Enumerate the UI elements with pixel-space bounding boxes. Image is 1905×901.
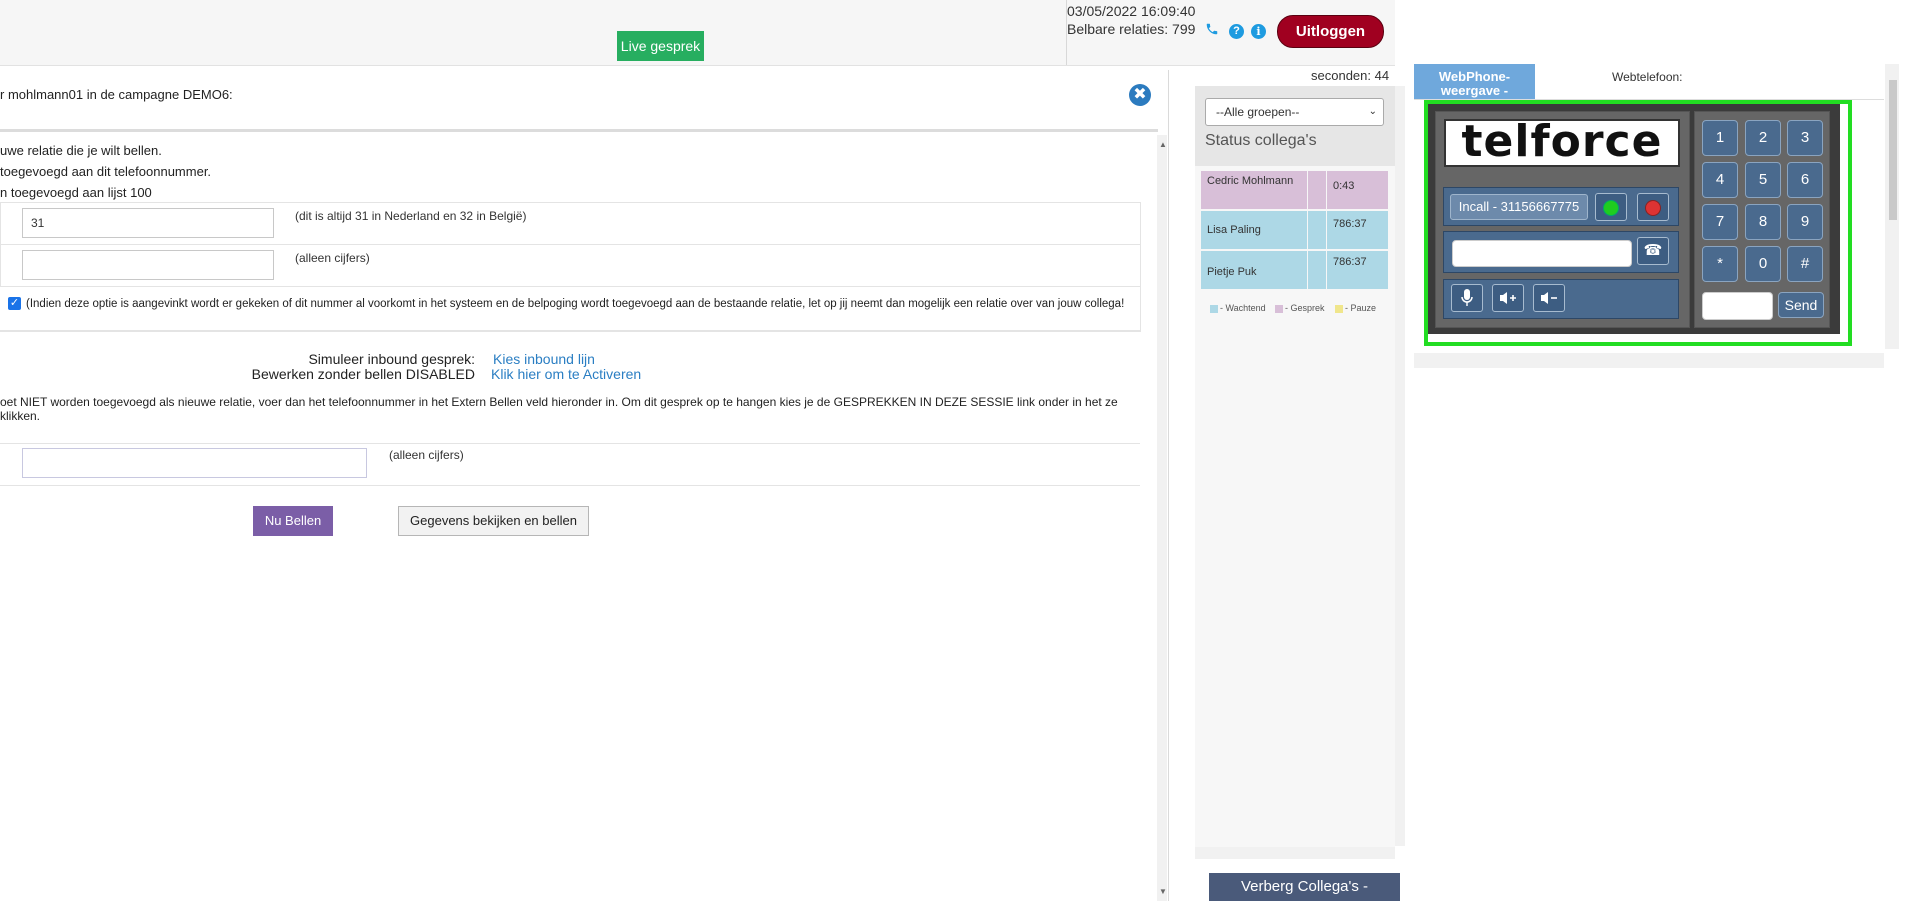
colleague-scrollbar[interactable] xyxy=(1395,86,1405,846)
colleague-time: 786:37 xyxy=(1327,251,1388,289)
scroll-down-icon[interactable]: ▼ xyxy=(1159,887,1167,896)
main-scrollbar[interactable]: ▲ ▼ xyxy=(1157,135,1167,901)
instruction-line-3: n toegevoegd aan lijst 100 xyxy=(0,185,152,200)
dtmf-input[interactable] xyxy=(1702,292,1773,320)
legend-swatch xyxy=(1210,304,1218,313)
extern-phone-hint: (alleen cijfers) xyxy=(389,448,464,462)
seconds-counter: seconden: 44 xyxy=(1311,68,1390,83)
telforce-logo-text: telforce xyxy=(1461,116,1663,167)
legend-swatch xyxy=(1335,304,1343,313)
colleague-name: Cedric Mohlmann xyxy=(1201,171,1307,209)
keypad-key-1[interactable]: 1 xyxy=(1702,120,1738,156)
keypad-key-5[interactable]: 5 xyxy=(1745,162,1781,198)
legend-wachtend: - Wachtend xyxy=(1210,303,1266,313)
green-dot-icon xyxy=(1603,200,1619,216)
colleague-status-cell xyxy=(1308,251,1326,289)
legend-swatch xyxy=(1275,304,1283,313)
chevron-down-icon: ⌄ xyxy=(1368,106,1377,117)
red-dot-icon xyxy=(1645,200,1661,216)
scroll-up-icon[interactable]: ▲ xyxy=(1159,140,1167,149)
gegevens-bekijken-button[interactable]: Gegevens bekijken en bellen xyxy=(398,506,589,536)
question-circle-icon[interactable]: ? xyxy=(1229,24,1244,39)
country-code-hint: (dit is altijd 31 in Nederland en 32 in … xyxy=(295,209,527,223)
keypad-key-7[interactable]: 7 xyxy=(1702,204,1738,240)
legend-pauze: - Pauze xyxy=(1335,303,1376,313)
dialog-header xyxy=(0,76,1158,132)
legend-gesprek: - Gesprek xyxy=(1275,303,1325,313)
send-button[interactable]: Send xyxy=(1778,292,1824,318)
divider xyxy=(0,244,1140,245)
group-select[interactable]: --Alle groepen-- ⌄ xyxy=(1205,98,1384,126)
status-collegas-title: Status collega's xyxy=(1205,132,1317,149)
instruction-line-1: uwe relatie die je wilt bellen. xyxy=(0,143,162,158)
hide-colleagues-button[interactable]: Verberg Collega's - xyxy=(1209,873,1400,901)
keypad-key-6[interactable]: 6 xyxy=(1787,162,1823,198)
nu-bellen-button[interactable]: Nu Bellen xyxy=(253,506,333,536)
keypad-key-4[interactable]: 4 xyxy=(1702,162,1738,198)
phone-number-hint: (alleen cijfers) xyxy=(295,251,370,265)
keypad-key-0[interactable]: 0 xyxy=(1745,246,1781,282)
dial-phone-icon[interactable]: ☎ xyxy=(1637,237,1669,265)
dialog-title: r mohlmann01 in de campagne DEMO6: xyxy=(0,87,233,102)
colleague-hscrollbar[interactable] xyxy=(1195,847,1395,859)
keypad-key-hash[interactable]: # xyxy=(1787,246,1823,282)
close-icon[interactable]: ✖ xyxy=(1129,84,1151,106)
keypad-key-star[interactable]: * xyxy=(1702,246,1738,282)
phone-number-input[interactable] xyxy=(22,250,274,280)
colleague-time: 0:43 xyxy=(1327,171,1388,209)
webphone-scroll-thumb[interactable] xyxy=(1889,80,1897,220)
divider xyxy=(0,286,1140,287)
phone-icon[interactable] xyxy=(1205,22,1219,41)
hangup-button[interactable] xyxy=(1637,193,1669,221)
tab-webphone-weergave[interactable]: WebPhone-weergave - xyxy=(1414,64,1535,99)
simulate-inbound-label: Simuleer inbound gesprek: xyxy=(308,351,475,367)
keypad-key-8[interactable]: 8 xyxy=(1745,204,1781,240)
belbare-relaties: Belbare relaties: 799 xyxy=(1067,21,1196,37)
kies-inbound-link[interactable]: Kies inbound lijn xyxy=(493,351,595,367)
legend-label: - Wachtend xyxy=(1220,303,1266,313)
webphone-hscrollbar[interactable] xyxy=(1414,353,1884,368)
activate-link[interactable]: Klik hier om te Activeren xyxy=(491,366,641,382)
keypad-key-9[interactable]: 9 xyxy=(1787,204,1823,240)
extern-note: oet NIET worden toegevoegd als nieuwe re… xyxy=(0,395,1118,423)
live-gesprek-button[interactable]: Live gesprek xyxy=(617,31,704,61)
answer-button[interactable] xyxy=(1595,193,1627,221)
volume-down-icon[interactable] xyxy=(1533,284,1565,312)
info-circle-icon[interactable]: i xyxy=(1251,24,1266,39)
keypad-key-3[interactable]: 3 xyxy=(1787,120,1823,156)
extern-phone-input[interactable] xyxy=(22,448,367,478)
country-code-input[interactable]: 31 xyxy=(22,208,274,238)
legend-label: - Pauze xyxy=(1345,303,1377,313)
checkbox-label: (Indien deze optie is aangevinkt wordt e… xyxy=(26,298,1125,310)
colleague-name: Pietje Puk xyxy=(1201,251,1307,289)
logout-button[interactable]: Uitloggen xyxy=(1277,15,1384,48)
edit-without-calling-label: Bewerken zonder bellen DISABLED xyxy=(251,366,475,382)
volume-up-icon[interactable] xyxy=(1492,284,1524,312)
divider xyxy=(0,330,1140,331)
colleague-status-cell xyxy=(1308,171,1326,209)
colleague-status-cell xyxy=(1308,211,1326,249)
datetime: 03/05/2022 16:09:40 xyxy=(1067,3,1196,19)
keypad-key-2[interactable]: 2 xyxy=(1745,120,1781,156)
instruction-line-2: toegevoegd aan dit telefoonnummer. xyxy=(0,164,212,179)
microphone-icon[interactable] xyxy=(1451,284,1483,312)
divider xyxy=(1168,70,1169,901)
colleague-time: 786:37 xyxy=(1327,211,1388,249)
legend-label: - Gesprek xyxy=(1285,303,1325,313)
dial-input[interactable] xyxy=(1452,240,1632,267)
tab-webtelefoon[interactable]: Webtelefoon: xyxy=(1612,70,1683,84)
group-select-value: --Alle groepen-- xyxy=(1216,105,1300,119)
colleague-name: Lisa Paling xyxy=(1201,211,1307,249)
divider xyxy=(0,202,1,286)
incall-status: Incall - 31156667775 xyxy=(1450,194,1588,220)
